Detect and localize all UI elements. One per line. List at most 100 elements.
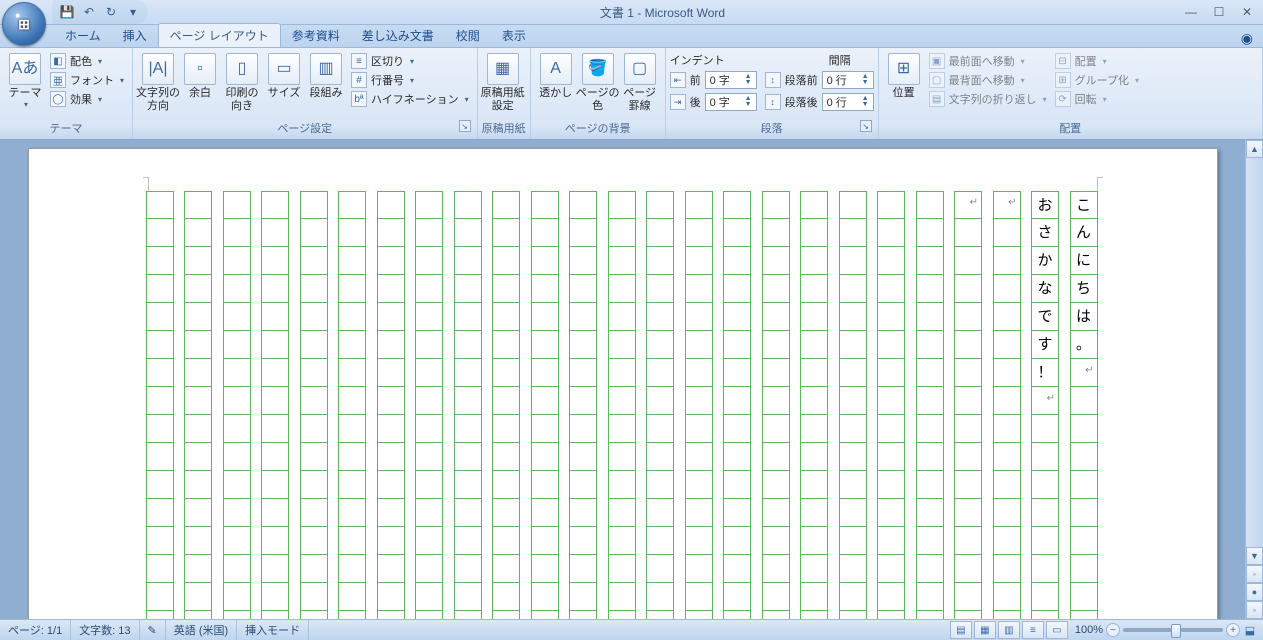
- space-before-value: 0 行: [827, 72, 847, 88]
- theme-fonts-button[interactable]: 亜フォント▾: [48, 71, 126, 89]
- zoom-out-button[interactable]: −: [1106, 623, 1120, 637]
- window-title: 文書 1 - Microsoft Word: [148, 4, 1177, 21]
- grid-cell: [994, 247, 1020, 275]
- text-direction-button[interactable]: |A|文字列の 方向: [137, 50, 179, 114]
- grid-cell: [647, 219, 673, 247]
- grid-cell: [801, 191, 827, 219]
- tab-home[interactable]: ホーム: [54, 24, 112, 47]
- minimize-button[interactable]: —: [1177, 2, 1205, 22]
- grid-cell: [647, 499, 673, 527]
- grid-cell: [840, 275, 866, 303]
- indent-right-input[interactable]: 0 字▲▼: [705, 93, 757, 111]
- tab-references[interactable]: 参考資料: [281, 24, 351, 47]
- view-web-button[interactable]: ▥: [998, 621, 1020, 639]
- grid-cell: [570, 443, 596, 471]
- theme-effects-button[interactable]: ◯効果▾: [48, 90, 126, 108]
- text-wrap-button[interactable]: ▤文字列の折り返し▾: [927, 90, 1049, 108]
- browse-object-icon[interactable]: ●: [1246, 583, 1263, 601]
- rotate-button[interactable]: ⟳回転▾: [1053, 90, 1141, 108]
- page-borders-button[interactable]: ▢ページ 罫線: [619, 50, 661, 114]
- grid-cell: [917, 527, 943, 555]
- grid-cell: [647, 359, 673, 387]
- watermark-button[interactable]: A透かし: [535, 50, 577, 102]
- status-proofing[interactable]: ✎: [140, 620, 166, 640]
- hyphenation-label: ハイフネーション: [371, 91, 459, 107]
- dialog-launcher-icon[interactable]: ↘: [459, 120, 471, 132]
- themes-button[interactable]: Aあ テーマ ▾: [4, 50, 46, 111]
- send-back-button[interactable]: ▢最背面へ移動▾: [927, 71, 1049, 89]
- view-full-screen-button[interactable]: ▦: [974, 621, 996, 639]
- zoom-fit-icon[interactable]: ⬓: [1243, 624, 1257, 637]
- grid-cell: [724, 611, 750, 619]
- grid-cell: [339, 583, 365, 611]
- hyphenation-button[interactable]: bªハイフネーション▾: [349, 90, 471, 108]
- breaks-button[interactable]: ≡区切り▾: [349, 52, 471, 70]
- breaks-label: 区切り: [371, 53, 404, 69]
- group-objects-button[interactable]: ⊞グループ化▾: [1053, 71, 1141, 89]
- grid-cell: [763, 331, 789, 359]
- tab-insert[interactable]: 挿入: [112, 24, 158, 47]
- prev-page-icon[interactable]: ◦: [1246, 565, 1263, 583]
- scroll-down-icon[interactable]: ▼: [1246, 547, 1263, 565]
- dialog-launcher-icon[interactable]: ↘: [860, 120, 872, 132]
- position-button[interactable]: ⊞位置: [883, 50, 925, 102]
- line-numbers-button[interactable]: #行番号▾: [349, 71, 471, 89]
- scroll-up-icon[interactable]: ▲: [1246, 140, 1263, 158]
- status-language[interactable]: 英語 (米国): [166, 620, 237, 640]
- grid-cell: [801, 555, 827, 583]
- scroll-track[interactable]: [1246, 158, 1263, 547]
- grid-cell: [339, 387, 365, 415]
- grid-cell: [994, 471, 1020, 499]
- grid-column: [184, 191, 212, 619]
- next-page-icon[interactable]: ◦: [1246, 601, 1263, 619]
- office-button[interactable]: ⊞: [2, 2, 46, 46]
- grid-cell: [878, 583, 904, 611]
- view-outline-button[interactable]: ≡: [1022, 621, 1044, 639]
- undo-icon[interactable]: ↶: [80, 3, 98, 21]
- zoom-in-button[interactable]: +: [1226, 623, 1240, 637]
- grid-cell: [455, 331, 481, 359]
- tab-view[interactable]: 表示: [491, 24, 537, 47]
- grid-cell: [1071, 443, 1097, 471]
- view-print-layout-button[interactable]: ▤: [950, 621, 972, 639]
- tab-review[interactable]: 校閲: [445, 24, 491, 47]
- indent-left-input[interactable]: 0 字▲▼: [705, 71, 757, 89]
- text-wrap-icon: ▤: [929, 91, 945, 107]
- grid-cell: [840, 499, 866, 527]
- help-icon[interactable]: ◉: [1241, 30, 1253, 47]
- grid-cell: [763, 611, 789, 619]
- page-color-button[interactable]: 🪣ページの 色: [577, 50, 619, 114]
- grid-cell: [532, 247, 558, 275]
- size-button[interactable]: ▭サイズ: [263, 50, 305, 102]
- space-after-input[interactable]: 0 行▲▼: [822, 93, 874, 111]
- grid-cell: [147, 611, 173, 619]
- orientation-icon: ▯: [226, 53, 258, 85]
- save-icon[interactable]: 💾: [58, 3, 76, 21]
- spacing-title: 間隔: [829, 52, 851, 68]
- status-page[interactable]: ページ: 1/1: [0, 620, 71, 640]
- theme-colors-button[interactable]: ◧配色▾: [48, 52, 126, 70]
- tab-page-layout[interactable]: ページ レイアウト: [158, 23, 281, 47]
- view-draft-button[interactable]: ▭: [1046, 621, 1068, 639]
- vertical-scrollbar[interactable]: ▲ ▼ ◦ ● ◦: [1245, 140, 1263, 619]
- group-page-setup: |A|文字列の 方向 ▫余白 ▯印刷の 向き ▭サイズ ▥段組み ≡区切り▾ #…: [133, 48, 478, 139]
- tab-mailings[interactable]: 差し込み文書: [351, 24, 445, 47]
- grid-cell: [224, 555, 250, 583]
- page[interactable]: こんにちは。おさかなです！↵↵↵↵: [28, 148, 1218, 619]
- space-before-input[interactable]: 0 行▲▼: [822, 71, 874, 89]
- zoom-slider[interactable]: [1123, 628, 1223, 632]
- redo-icon[interactable]: ↻: [102, 3, 120, 21]
- status-insert-mode[interactable]: 挿入モード: [237, 620, 309, 640]
- bring-front-button[interactable]: ▣最前面へ移動▾: [927, 52, 1049, 70]
- genkoyoushi-button[interactable]: ▦原稿用紙 設定: [482, 50, 524, 114]
- zoom-value[interactable]: 100%: [1075, 624, 1103, 636]
- margins-button[interactable]: ▫余白: [179, 50, 221, 102]
- columns-button[interactable]: ▥段組み: [305, 50, 347, 102]
- grid-cell: [532, 443, 558, 471]
- qat-more-icon[interactable]: ▾: [124, 3, 142, 21]
- orientation-button[interactable]: ▯印刷の 向き: [221, 50, 263, 114]
- close-button[interactable]: ✕: [1233, 2, 1261, 22]
- maximize-button[interactable]: ☐: [1205, 2, 1233, 22]
- status-word-count[interactable]: 文字数: 13: [71, 620, 139, 640]
- align-button[interactable]: ⊟配置▾: [1053, 52, 1141, 70]
